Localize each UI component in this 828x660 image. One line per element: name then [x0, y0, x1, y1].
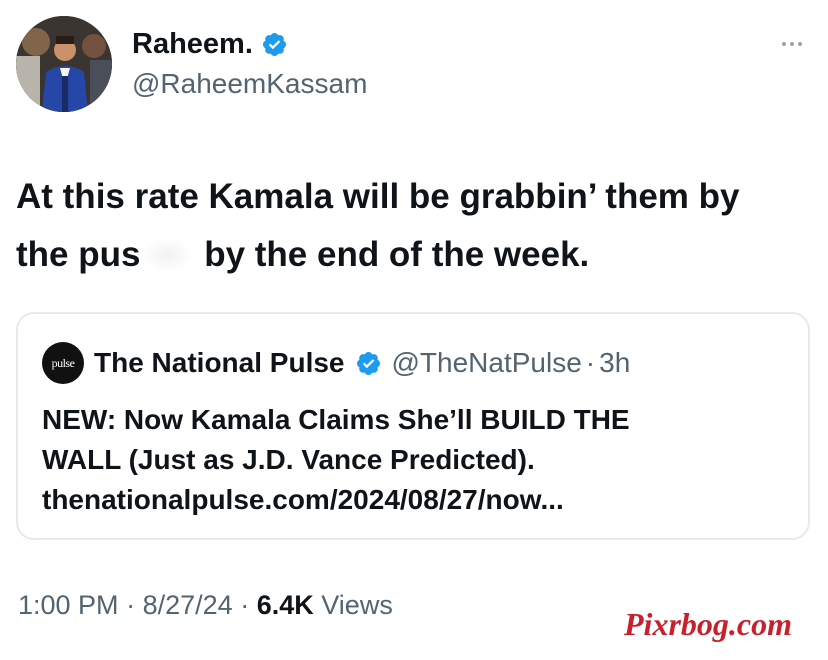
- quoted-tweet-author-name[interactable]: The National Pulse: [94, 347, 345, 379]
- avatar[interactable]: [16, 16, 112, 112]
- tweet-container: Raheem. @RaheemKassam At this rate Kamal…: [0, 0, 828, 660]
- quoted-tweet-header: pulse The National Pulse @TheNatPulse · …: [42, 342, 630, 384]
- quoted-tweet-text-line-1: NEW: Now Kamala Claims She’ll BUILD THE: [42, 404, 630, 435]
- tweet-text-line-2: the pus by the end of the week.: [16, 226, 816, 284]
- tweet-time[interactable]: 1:00 PM: [18, 590, 119, 620]
- more-options-button[interactable]: [772, 32, 812, 56]
- quoted-tweet-avatar[interactable]: pulse: [42, 342, 84, 384]
- quoted-tweet-handle[interactable]: @TheNatPulse: [392, 347, 582, 379]
- quoted-verified-badge-icon: [356, 351, 380, 375]
- more-horizontal-icon-dot: [798, 42, 802, 46]
- tweet-text: At this rate Kamala will be grabbin’ the…: [16, 168, 816, 284]
- quoted-tweet-meta: @TheNatPulse · 3h: [392, 347, 631, 379]
- author-block: Raheem. @RaheemKassam: [132, 26, 367, 100]
- verified-badge-icon: [262, 32, 286, 56]
- tweet-text-line-2-start: the pus: [16, 235, 141, 274]
- tweet-meta-separator-2: ·: [240, 590, 250, 620]
- quoted-tweet-separator: ·: [585, 347, 596, 378]
- tweet-meta-separator: ·: [126, 590, 136, 620]
- watermark: Pixrbog.com: [624, 606, 792, 642]
- tweet-text-line-1: At this rate Kamala will be grabbin’ the…: [16, 177, 740, 216]
- author-display-name[interactable]: Raheem.: [132, 28, 253, 61]
- tweet-date[interactable]: 8/27/24: [143, 590, 233, 620]
- avatar-photo: [16, 16, 112, 112]
- tweet-text-line-2-end: by the end of the week.: [204, 235, 590, 274]
- redacted-word: [140, 238, 195, 272]
- views-label: Views: [321, 590, 393, 620]
- views-count: 6.4K: [256, 590, 314, 620]
- author-name-row: Raheem.: [132, 26, 367, 62]
- quoted-tweet-text-line-2: WALL (Just as J.D. Vance Predicted).: [42, 444, 535, 475]
- quoted-tweet-text: NEW: Now Kamala Claims She’ll BUILD THE …: [42, 400, 802, 520]
- quoted-tweet-link[interactable]: thenationalpulse.com/2024/08/27/now...: [42, 480, 802, 520]
- quoted-tweet-time[interactable]: 3h: [599, 347, 630, 379]
- tweet-meta: 1:00 PM · 8/27/24 · 6.4K Views: [18, 590, 393, 621]
- more-horizontal-icon: [782, 42, 786, 46]
- more-horizontal-icon-dot: [790, 42, 794, 46]
- author-handle[interactable]: @RaheemKassam: [132, 68, 367, 100]
- quoted-tweet-card[interactable]: pulse The National Pulse @TheNatPulse · …: [16, 312, 810, 540]
